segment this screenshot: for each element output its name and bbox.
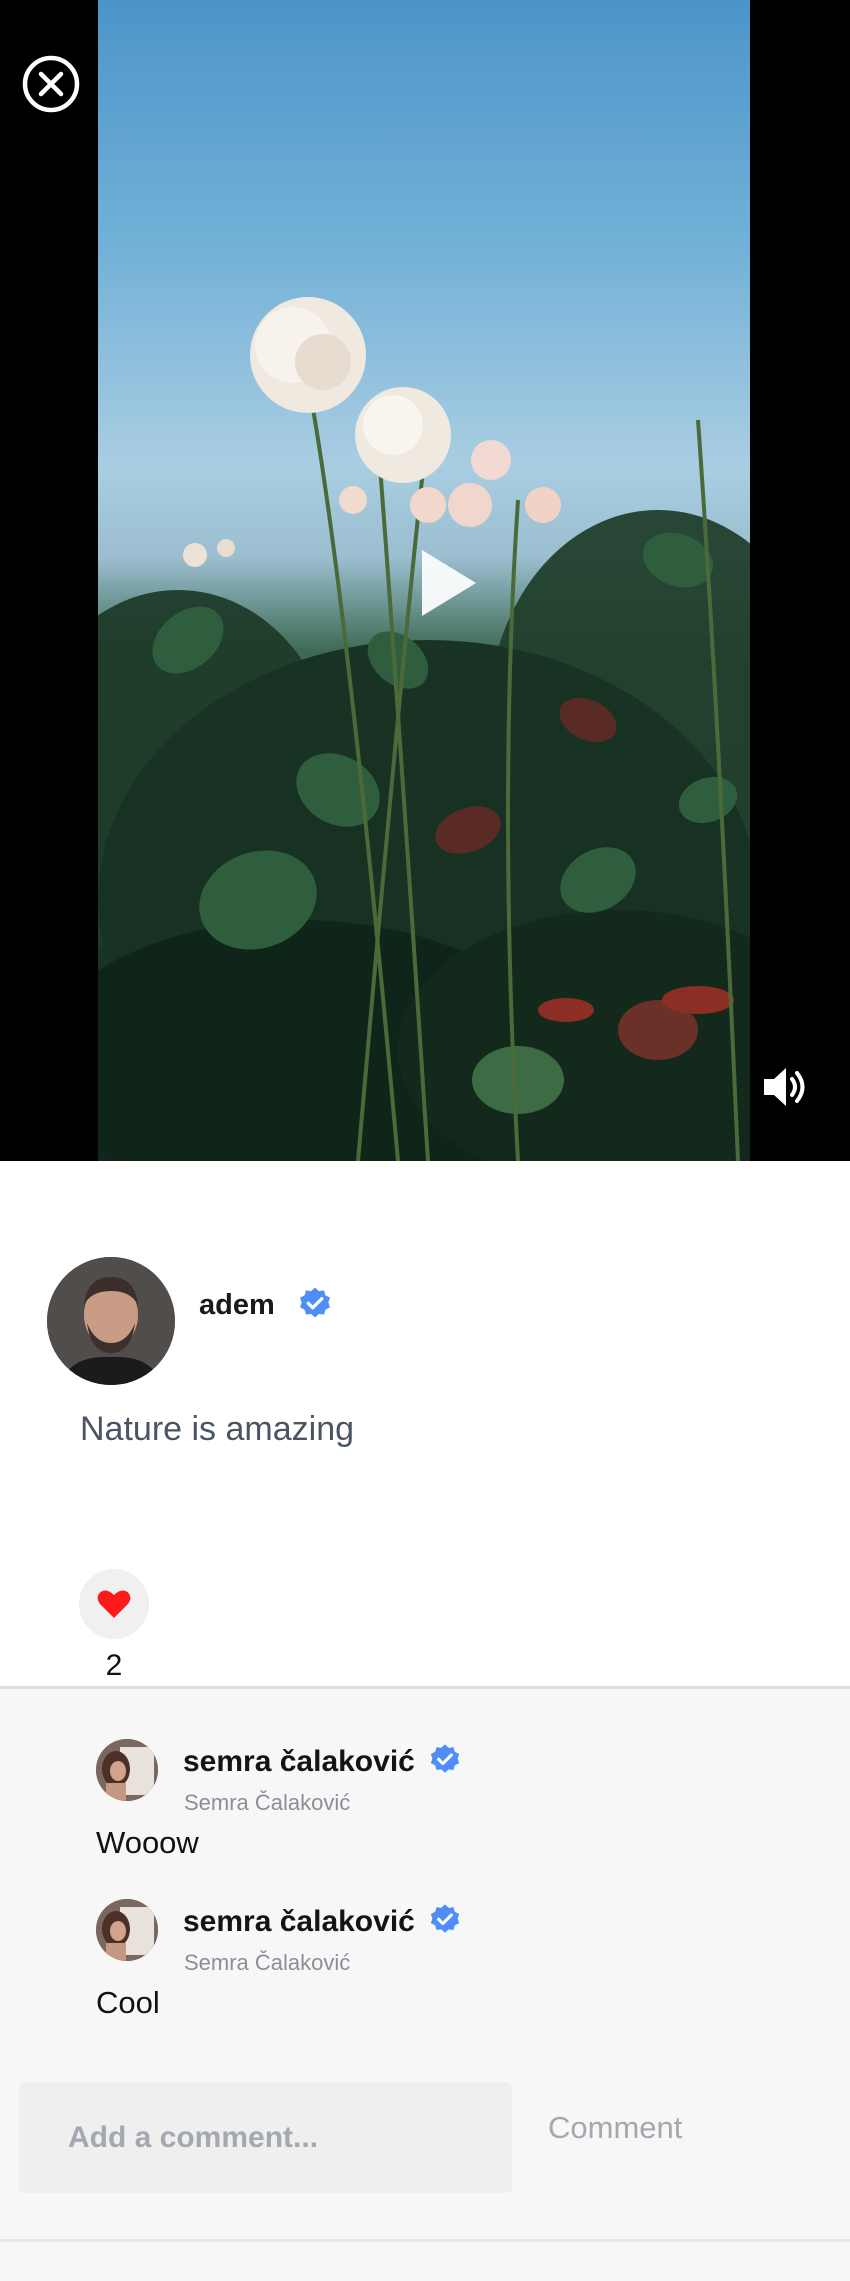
commenter-avatar-image xyxy=(96,1739,158,1801)
commenter-avatar[interactable] xyxy=(96,1739,158,1801)
author-avatar[interactable] xyxy=(47,1257,175,1385)
video-player[interactable] xyxy=(0,0,850,1161)
comment-submit-button[interactable]: Comment xyxy=(548,2110,682,2146)
comment-text: Cool xyxy=(96,1985,160,2020)
comments-section: semra čalaković Semra Čalaković Wooow se… xyxy=(0,1686,850,2281)
like-button[interactable] xyxy=(79,1569,149,1639)
author-avatar-image xyxy=(47,1257,175,1385)
author-username[interactable]: adem xyxy=(199,1289,275,1322)
commenter-avatar-image xyxy=(96,1899,158,1961)
comment-item: semra čalaković Semra Čalaković Cool xyxy=(0,1849,850,2020)
close-circle-icon xyxy=(22,55,80,113)
commenter-name[interactable]: semra čalaković xyxy=(183,1745,415,1779)
verified-badge-icon xyxy=(430,1904,460,1933)
divider xyxy=(0,2239,850,2242)
volume-button[interactable] xyxy=(762,1065,810,1109)
heart-icon xyxy=(97,1590,131,1618)
commenter-name[interactable]: semra čalaković xyxy=(183,1905,415,1939)
post-details: adem Nature is amazing 2 xyxy=(0,1161,850,1688)
volume-icon xyxy=(764,1068,805,1106)
verified-badge-icon xyxy=(300,1287,330,1318)
play-icon xyxy=(422,550,476,616)
comment-item: semra čalaković Semra Čalaković Wooow xyxy=(0,1689,850,1860)
commenter-display-name: Semra Čalaković xyxy=(184,1950,351,1975)
verified-badge-icon xyxy=(430,1744,460,1773)
comment-input[interactable] xyxy=(19,2082,512,2193)
like-count: 2 xyxy=(105,1649,123,1682)
post-caption: Nature is amazing xyxy=(80,1410,355,1448)
commenter-avatar[interactable] xyxy=(96,1899,158,1961)
play-button[interactable] xyxy=(418,548,478,618)
commenter-display-name: Semra Čalaković xyxy=(184,1790,351,1815)
close-button[interactable] xyxy=(21,54,81,114)
